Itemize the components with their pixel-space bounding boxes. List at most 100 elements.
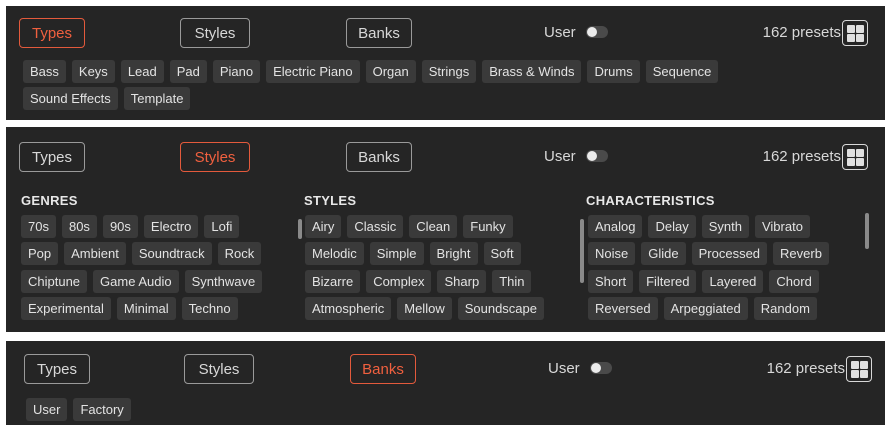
- style-tag[interactable]: Simple: [369, 242, 424, 265]
- characteristic-tag[interactable]: Delay: [648, 215, 696, 238]
- characteristics-scrollbar[interactable]: [580, 219, 584, 283]
- characteristic-tag[interactable]: Synth: [701, 215, 749, 238]
- type-tag[interactable]: Template: [123, 87, 191, 110]
- type-tag[interactable]: Electric Piano: [266, 60, 360, 83]
- style-tag-row: Airy Classic Clean Funky: [305, 215, 513, 238]
- genre-tag[interactable]: Experimental: [21, 297, 111, 320]
- genre-tag-row: Chiptune Game Audio Synthwave: [21, 270, 263, 293]
- tab-styles[interactable]: Styles: [180, 18, 250, 48]
- preset-count: 162 presets: [766, 360, 845, 377]
- preset-count: 162 presets: [762, 148, 841, 165]
- type-tag[interactable]: Pad: [169, 60, 207, 83]
- tab-styles[interactable]: Styles: [184, 354, 254, 384]
- characteristic-tag-row: Noise Glide Processed Reverb: [588, 242, 829, 265]
- type-tag[interactable]: Sound Effects: [23, 87, 118, 110]
- bank-tag[interactable]: User: [26, 398, 68, 421]
- genre-tag[interactable]: 70s: [21, 215, 56, 238]
- characteristic-tag-row: Short Filtered Layered Chord: [588, 270, 819, 293]
- user-label: User: [544, 24, 576, 41]
- style-tag[interactable]: Airy: [305, 215, 342, 238]
- bank-tag[interactable]: Factory: [73, 398, 131, 421]
- tab-types[interactable]: Types: [19, 18, 85, 48]
- characteristic-tag[interactable]: Reverb: [773, 242, 829, 265]
- genre-tag[interactable]: Game Audio: [93, 270, 179, 293]
- types-filter-panel: Types Styles Banks User 162 presets Bass…: [6, 6, 885, 120]
- type-tag[interactable]: Sequence: [645, 60, 719, 83]
- styles-heading: STYLES: [304, 193, 357, 208]
- characteristic-tag[interactable]: Glide: [641, 242, 686, 265]
- style-tag-row: Melodic Simple Bright Soft: [305, 242, 521, 265]
- characteristic-tag[interactable]: Layered: [702, 270, 764, 293]
- genre-tag[interactable]: Minimal: [116, 297, 176, 320]
- characteristics-heading: CHARACTERISTICS: [586, 193, 715, 208]
- type-tag[interactable]: Organ: [365, 60, 416, 83]
- user-toggle[interactable]: [586, 26, 608, 38]
- characteristic-tag[interactable]: Arpeggiated: [663, 297, 748, 320]
- style-tag[interactable]: Soft: [483, 242, 521, 265]
- genre-tag[interactable]: Ambient: [64, 242, 126, 265]
- genre-tag-row: Pop Ambient Soundtrack Rock: [21, 242, 262, 265]
- style-tag[interactable]: Atmospheric: [305, 297, 392, 320]
- style-tag[interactable]: Soundscape: [457, 297, 544, 320]
- tab-banks[interactable]: Banks: [346, 18, 412, 48]
- tab-banks[interactable]: Banks: [346, 142, 412, 172]
- style-tag[interactable]: Mellow: [397, 297, 452, 320]
- genre-tag[interactable]: Synthwave: [184, 270, 263, 293]
- characteristic-tag[interactable]: Short: [588, 270, 634, 293]
- style-tag[interactable]: Melodic: [305, 242, 364, 265]
- grid-view-icon[interactable]: [846, 356, 872, 382]
- banks-filter-panel: Types Styles Banks User 162 presets User…: [6, 341, 885, 425]
- style-tag-row: Atmospheric Mellow Soundscape: [305, 297, 544, 320]
- genre-tag[interactable]: Soundtrack: [131, 242, 212, 265]
- type-tag[interactable]: Brass & Winds: [482, 60, 582, 83]
- type-tag[interactable]: Piano: [212, 60, 261, 83]
- characteristic-tag[interactable]: Chord: [769, 270, 819, 293]
- styles-scrollbar[interactable]: [298, 219, 302, 239]
- genre-tag[interactable]: Lofi: [204, 215, 240, 238]
- tab-types[interactable]: Types: [19, 142, 85, 172]
- characteristic-tag[interactable]: Filtered: [639, 270, 697, 293]
- grid-view-icon[interactable]: [842, 20, 868, 46]
- characteristic-tag[interactable]: Processed: [691, 242, 768, 265]
- user-toggle[interactable]: [586, 150, 608, 162]
- type-tag[interactable]: Keys: [71, 60, 115, 83]
- type-tag-row-2: Sound Effects Template: [23, 87, 191, 110]
- genre-tag[interactable]: 90s: [102, 215, 138, 238]
- styles-filter-panel: Types Styles Banks User 162 presets GENR…: [6, 127, 885, 332]
- type-tag[interactable]: Bass: [23, 60, 66, 83]
- style-tag[interactable]: Bright: [429, 242, 478, 265]
- characteristic-tag[interactable]: Vibrato: [754, 215, 810, 238]
- user-label: User: [544, 148, 576, 165]
- characteristic-tag[interactable]: Noise: [588, 242, 636, 265]
- style-tag[interactable]: Complex: [366, 270, 432, 293]
- genre-tag[interactable]: Chiptune: [21, 270, 88, 293]
- genre-tag[interactable]: Pop: [21, 242, 59, 265]
- tab-styles[interactable]: Styles: [180, 142, 250, 172]
- toggle-knob: [591, 363, 601, 373]
- right-scrollbar[interactable]: [865, 213, 869, 249]
- style-tag[interactable]: Funky: [463, 215, 513, 238]
- genre-tag[interactable]: Electro: [143, 215, 199, 238]
- user-toggle[interactable]: [590, 362, 612, 374]
- characteristic-tag[interactable]: Analog: [588, 215, 643, 238]
- style-tag[interactable]: Clean: [409, 215, 458, 238]
- characteristic-tag[interactable]: Random: [753, 297, 817, 320]
- tab-types[interactable]: Types: [24, 354, 90, 384]
- style-tag[interactable]: Sharp: [437, 270, 487, 293]
- toggle-knob: [587, 151, 597, 161]
- genre-tag[interactable]: 80s: [61, 215, 97, 238]
- style-tag[interactable]: Bizarre: [305, 270, 361, 293]
- genre-tag-row: 70s 80s 90s Electro Lofi: [21, 215, 240, 238]
- type-tag[interactable]: Drums: [587, 60, 640, 83]
- characteristic-tag[interactable]: Reversed: [588, 297, 658, 320]
- genre-tag[interactable]: Rock: [217, 242, 262, 265]
- style-tag[interactable]: Thin: [492, 270, 532, 293]
- type-tag[interactable]: Strings: [421, 60, 477, 83]
- grid-view-icon[interactable]: [842, 144, 868, 170]
- genres-heading: GENRES: [21, 193, 78, 208]
- genre-tag[interactable]: Techno: [181, 297, 238, 320]
- type-tag[interactable]: Lead: [120, 60, 164, 83]
- tab-banks[interactable]: Banks: [350, 354, 416, 384]
- toggle-knob: [587, 27, 597, 37]
- style-tag[interactable]: Classic: [347, 215, 404, 238]
